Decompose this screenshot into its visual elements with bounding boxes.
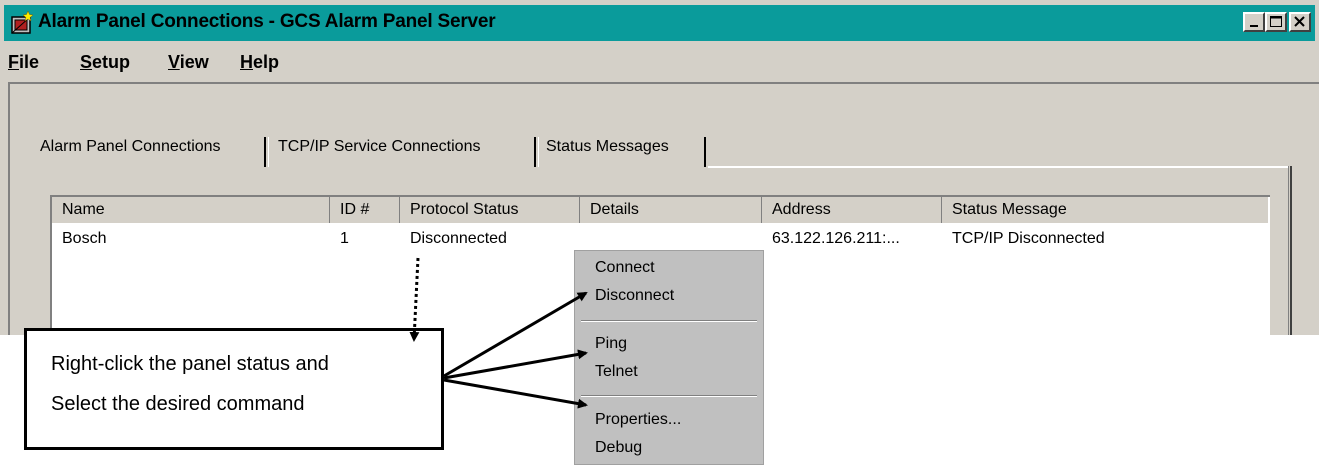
arrow-to-ping	[443, 349, 588, 380]
arrow-to-disconnect	[443, 291, 588, 378]
dotted-arrow	[409, 257, 420, 342]
arrow-to-properties	[443, 378, 588, 409]
annotation-arrows	[409, 257, 588, 409]
